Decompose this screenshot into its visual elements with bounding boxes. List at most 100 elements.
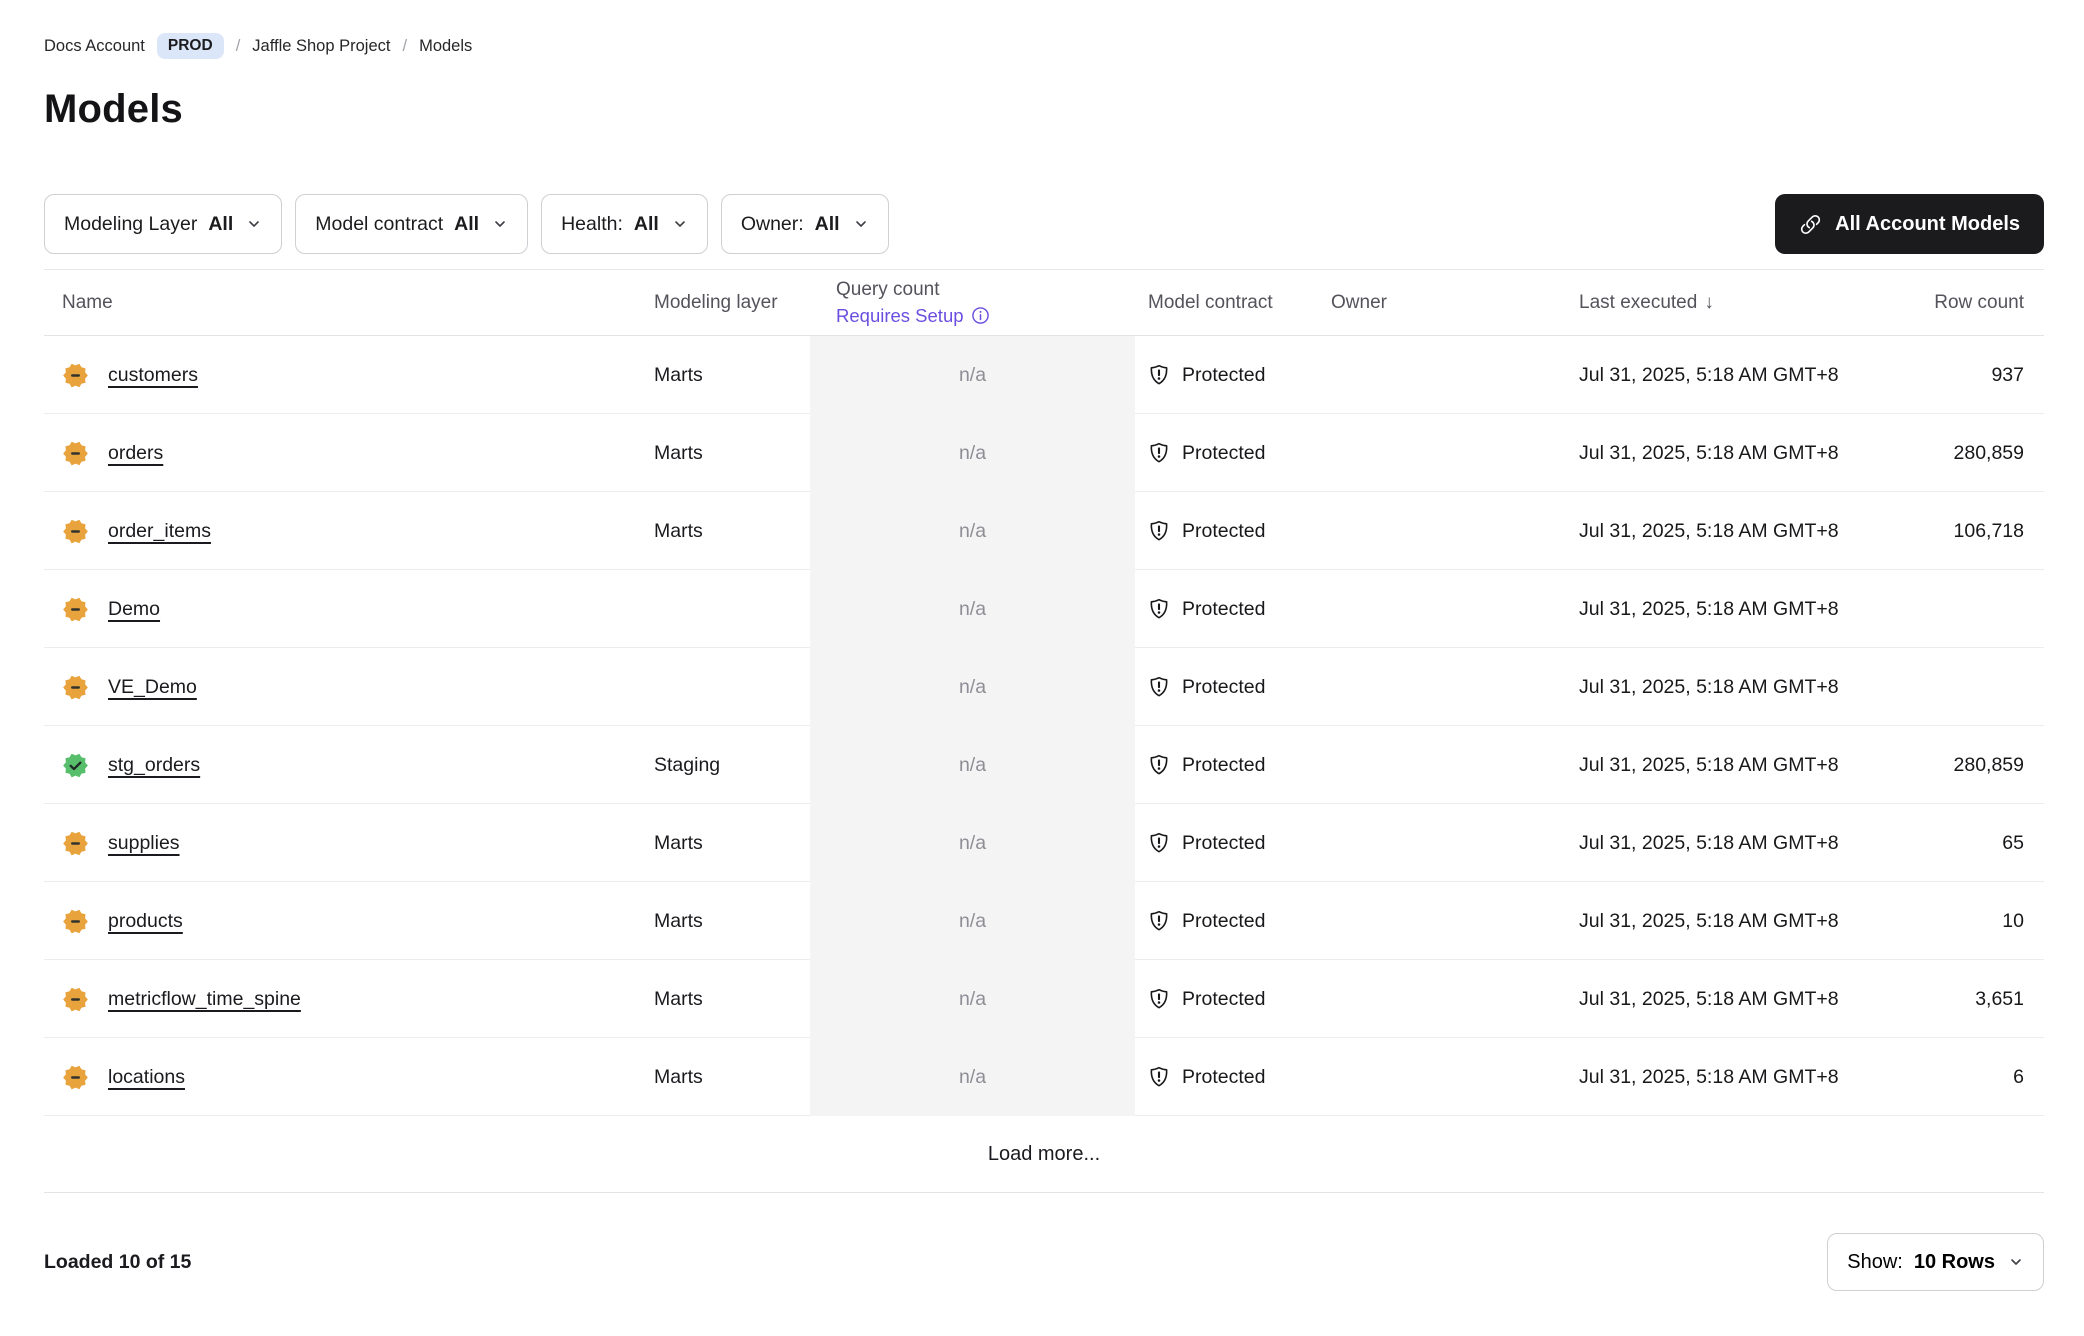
model-name-link[interactable]: products xyxy=(108,910,183,933)
filter-model-contract[interactable]: Model contract All xyxy=(295,194,528,254)
filter-value: All xyxy=(815,213,840,236)
model-contract-cell: Protected xyxy=(1135,675,1318,699)
filters: Modeling Layer All Model contract All He… xyxy=(44,194,889,254)
breadcrumb-separator: / xyxy=(236,37,241,56)
shield-exclamation-icon xyxy=(1147,441,1171,465)
health-warning-icon xyxy=(62,830,89,857)
model-contract-cell: Protected xyxy=(1135,1065,1318,1089)
name-cell: VE_Demo xyxy=(44,674,654,701)
row-count-cell: 280,859 xyxy=(1848,442,2044,465)
model-contract-cell: Protected xyxy=(1135,909,1318,933)
name-cell: stg_orders xyxy=(44,752,654,779)
filter-bar: Modeling Layer All Model contract All He… xyxy=(44,194,2044,254)
health-warning-icon xyxy=(62,362,89,389)
show-rows-label: Show: xyxy=(1847,1251,1903,1274)
model-contract-cell: Protected xyxy=(1135,753,1318,777)
all-account-models-button[interactable]: All Account Models xyxy=(1775,194,2044,254)
model-contract-cell: Protected xyxy=(1135,597,1318,621)
shield-exclamation-icon xyxy=(1147,987,1171,1011)
modeling-layer-cell: Marts xyxy=(654,520,810,543)
shield-exclamation-icon xyxy=(1147,363,1171,387)
load-more-row: Load more... xyxy=(44,1116,2044,1193)
table-row: metricflow_time_spine Marts n/a Protecte… xyxy=(44,960,2044,1038)
requires-setup-link[interactable]: Requires Setup xyxy=(836,304,1135,327)
column-header-model-contract: Model contract xyxy=(1135,292,1318,314)
load-more-button[interactable]: Load more... xyxy=(988,1143,1100,1166)
environment-badge: PROD xyxy=(157,33,224,59)
query-count-header-label: Query count xyxy=(836,278,1135,302)
health-warning-icon xyxy=(62,1064,89,1091)
breadcrumb-project[interactable]: Jaffle Shop Project xyxy=(252,37,390,56)
table-header-row: Name Modeling layer Query count Requires… xyxy=(44,269,2044,336)
table-row: products Marts n/a Protected Jul 31, 202… xyxy=(44,882,2044,960)
model-contract-label: Protected xyxy=(1182,754,1265,777)
modeling-layer-cell: Marts xyxy=(654,910,810,933)
filter-health[interactable]: Health: All xyxy=(541,194,708,254)
modeling-layer-cell: Marts xyxy=(654,442,810,465)
breadcrumb-account[interactable]: Docs Account xyxy=(44,37,145,56)
filter-modeling-layer[interactable]: Modeling Layer All xyxy=(44,194,282,254)
table-row: supplies Marts n/a Protected Jul 31, 202… xyxy=(44,804,2044,882)
query-count-cell: n/a xyxy=(810,414,1135,492)
breadcrumb-current: Models xyxy=(419,37,472,56)
query-count-cell: n/a xyxy=(810,960,1135,1038)
row-count-cell: 10 xyxy=(1848,910,2044,933)
query-count-cell: n/a xyxy=(810,804,1135,882)
loaded-count-status: Loaded 10 of 15 xyxy=(44,1251,191,1274)
model-contract-label: Protected xyxy=(1182,598,1265,621)
query-count-cell: n/a xyxy=(810,648,1135,726)
shield-exclamation-icon xyxy=(1147,909,1171,933)
model-name-link[interactable]: supplies xyxy=(108,832,180,855)
query-count-cell: n/a xyxy=(810,1038,1135,1116)
models-page: Docs Account PROD / Jaffle Shop Project … xyxy=(0,0,2084,1291)
shield-exclamation-icon xyxy=(1147,1065,1171,1089)
chevron-down-icon xyxy=(672,216,688,232)
table-row: order_items Marts n/a Protected Jul 31, … xyxy=(44,492,2044,570)
health-warning-icon xyxy=(62,596,89,623)
table-row: customers Marts n/a Protected Jul 31, 20… xyxy=(44,336,2044,414)
row-count-cell: 6 xyxy=(1848,1066,2044,1089)
filter-owner[interactable]: Owner: All xyxy=(721,194,889,254)
name-cell: metricflow_time_spine xyxy=(44,986,654,1013)
table-row: VE_Demo n/a Protected Jul 31, 2025, 5:18… xyxy=(44,648,2044,726)
last-executed-cell: Jul 31, 2025, 5:18 AM GMT+8 xyxy=(1566,520,1848,543)
model-contract-label: Protected xyxy=(1182,910,1265,933)
chevron-down-icon xyxy=(492,216,508,232)
table-body: customers Marts n/a Protected Jul 31, 20… xyxy=(44,336,2044,1116)
health-warning-icon xyxy=(62,440,89,467)
filter-value: All xyxy=(454,213,479,236)
model-contract-label: Protected xyxy=(1182,1066,1265,1089)
model-name-link[interactable]: orders xyxy=(108,442,163,465)
model-contract-label: Protected xyxy=(1182,832,1265,855)
name-cell: locations xyxy=(44,1064,654,1091)
model-contract-cell: Protected xyxy=(1135,831,1318,855)
breadcrumb: Docs Account PROD / Jaffle Shop Project … xyxy=(44,33,2044,59)
last-executed-cell: Jul 31, 2025, 5:18 AM GMT+8 xyxy=(1566,1066,1848,1089)
model-name-link[interactable]: VE_Demo xyxy=(108,676,197,699)
query-count-cell: n/a xyxy=(810,336,1135,414)
show-rows-value: 10 Rows xyxy=(1914,1251,1995,1274)
health-success-icon xyxy=(62,752,89,779)
table-row: stg_orders Staging n/a Protected Jul 31,… xyxy=(44,726,2044,804)
filter-label: Modeling Layer xyxy=(64,213,197,236)
column-header-last-executed[interactable]: Last executed ↓ xyxy=(1566,292,1848,314)
requires-setup-label: Requires Setup xyxy=(836,304,964,327)
shield-exclamation-icon xyxy=(1147,675,1171,699)
show-rows-select[interactable]: Show: 10 Rows xyxy=(1827,1233,2044,1291)
last-executed-cell: Jul 31, 2025, 5:18 AM GMT+8 xyxy=(1566,754,1848,777)
model-name-link[interactable]: order_items xyxy=(108,520,211,543)
model-name-link[interactable]: stg_orders xyxy=(108,754,200,777)
model-name-link[interactable]: metricflow_time_spine xyxy=(108,988,301,1011)
model-name-link[interactable]: Demo xyxy=(108,598,160,621)
column-header-query-count: Query count Requires Setup xyxy=(810,278,1135,327)
chevron-down-icon xyxy=(853,216,869,232)
name-cell: Demo xyxy=(44,596,654,623)
chevron-down-icon xyxy=(2008,1254,2024,1270)
info-icon[interactable] xyxy=(971,306,990,325)
model-name-link[interactable]: locations xyxy=(108,1066,185,1089)
row-count-cell: 106,718 xyxy=(1848,520,2044,543)
shield-exclamation-icon xyxy=(1147,519,1171,543)
model-name-link[interactable]: customers xyxy=(108,364,198,387)
name-cell: products xyxy=(44,908,654,935)
all-account-models-label: All Account Models xyxy=(1835,213,2020,236)
